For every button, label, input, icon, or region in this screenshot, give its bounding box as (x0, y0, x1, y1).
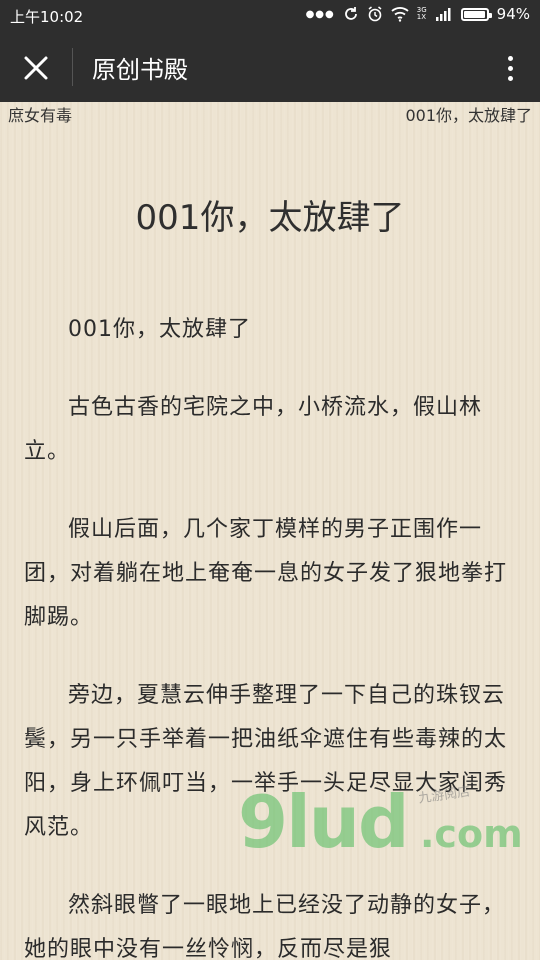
chapter-title: 001你，太放肆了 (135, 198, 405, 238)
sync-icon (344, 7, 357, 20)
page-title: 原创书殿 (92, 56, 188, 84)
chapter-header: 001你，太放肆了 (405, 106, 532, 125)
reader-page[interactable]: 庶女有毒 001你，太放肆了 001你，太放肆了 001你，太放肆了 古色古香的… (0, 102, 540, 960)
network-type: 3G 1X (417, 7, 427, 21)
paragraph: 假山后面，几个家丁模样的男子正围作一团，对着躺在地上奄奄一息的女子发了狠地拳打脚… (24, 517, 508, 630)
paragraph: 然斜眼瞥了一眼地上已经没了动静的女子，她的眼中没有一丝怜悯，反而尽是狠 (24, 893, 506, 960)
title-bar: 原创书殿 (0, 32, 540, 102)
status-bar: 上午10:02 ●●● 3G 1X 94% (0, 0, 540, 32)
dots-icon: ●●● (305, 8, 335, 20)
signal-icon (435, 8, 451, 21)
chapter-content: 001你，太放肆了 古色古香的宅院之中，小桥流水，假山林立。 假山后面，几个家丁… (24, 308, 510, 960)
title-divider (72, 48, 73, 86)
paragraph: 旁边，夏慧云伸手整理了一下自己的珠钗云鬓，另一只手举着一把油纸伞遮住有些毒辣的太… (24, 683, 508, 840)
paragraph: 古色古香的宅院之中，小桥流水，假山林立。 (24, 395, 483, 464)
status-time: 上午10:02 (10, 8, 84, 26)
battery-percent: 94% (496, 5, 530, 23)
paragraph: 001你，太放肆了 (68, 317, 251, 342)
status-icons: ●●● 3G 1X 94% (306, 5, 530, 23)
close-button[interactable] (16, 48, 56, 88)
book-name: 庶女有毒 (8, 106, 73, 125)
alarm-icon (368, 6, 382, 22)
close-icon (24, 56, 48, 80)
battery-icon (460, 7, 492, 21)
wifi-icon (391, 7, 409, 22)
battery-fill (463, 10, 485, 18)
more-vertical-icon (507, 55, 513, 61)
more-button[interactable] (498, 48, 522, 88)
network-bottom: 1X (416, 13, 427, 21)
